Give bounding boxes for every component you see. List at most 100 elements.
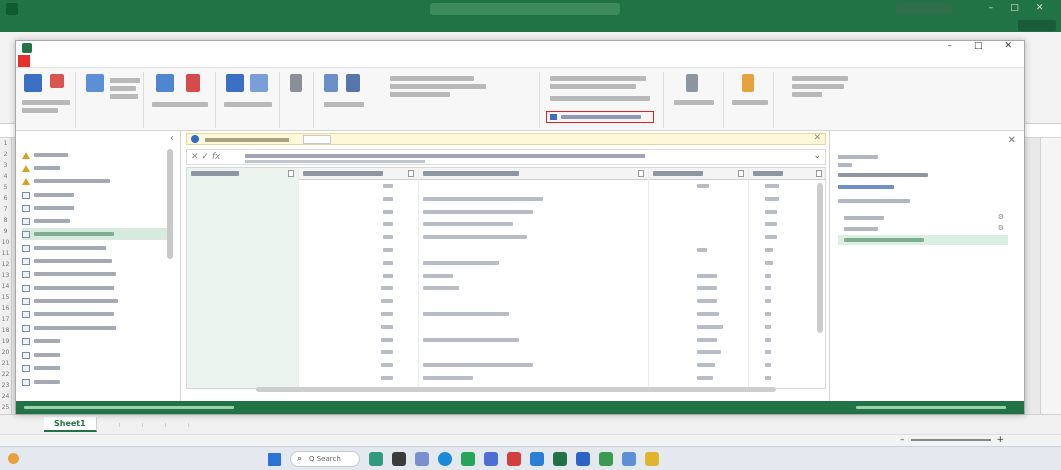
query-item[interactable] (22, 376, 172, 388)
tab-file[interactable] (18, 55, 30, 67)
all-properties-link[interactable] (838, 185, 894, 189)
query-item[interactable] (22, 268, 172, 280)
grid-cell[interactable] (765, 312, 771, 316)
close-icon[interactable]: ✕ (1036, 3, 1044, 15)
tab-view[interactable] (114, 55, 126, 67)
queries-scrollbar[interactable] (166, 145, 174, 395)
query-item[interactable] (22, 255, 172, 267)
query-item[interactable] (22, 242, 172, 254)
split-column-button[interactable] (324, 74, 338, 92)
sheet-tab[interactable] (99, 422, 120, 427)
grid-cell[interactable] (423, 235, 527, 240)
close-icon[interactable]: ✕ (1008, 135, 1016, 146)
tab-home[interactable] (42, 55, 54, 67)
chrome-icon[interactable] (461, 452, 475, 466)
gear-icon[interactable]: ⚙ (998, 213, 1004, 221)
widgets-icon[interactable] (369, 452, 383, 466)
grid-horizontal-scrollbar[interactable] (216, 387, 816, 393)
grid-cell[interactable] (381, 324, 393, 329)
system-tray[interactable] (950, 451, 1058, 467)
group-by-button[interactable] (346, 74, 360, 92)
zoom-slider[interactable]: – + (900, 435, 1050, 445)
sheet-tab[interactable] (122, 422, 143, 427)
grid-cell[interactable] (697, 350, 721, 355)
grid-cell[interactable] (423, 260, 499, 265)
excel-right-scroll-area[interactable] (1040, 138, 1061, 414)
close-icon[interactable]: ✕ (813, 133, 821, 143)
applied-step[interactable]: ⚙ (838, 213, 1008, 223)
grid-cell[interactable] (765, 350, 771, 355)
column-4[interactable] (649, 168, 749, 388)
grid-cell[interactable] (381, 350, 393, 355)
grid-cell[interactable] (383, 222, 393, 227)
grid-cell[interactable] (697, 376, 713, 380)
grid-cell[interactable] (697, 324, 723, 329)
grid-cell[interactable] (697, 273, 717, 278)
keep-rows-button[interactable] (226, 74, 244, 92)
grid-cell[interactable] (765, 260, 773, 265)
query-item[interactable] (22, 202, 172, 214)
query-item[interactable] (22, 322, 172, 334)
minimize-icon[interactable]: – (947, 41, 952, 51)
manage-parameters-button[interactable] (686, 74, 698, 92)
query-item[interactable] (22, 282, 172, 294)
grid-cell[interactable] (765, 299, 771, 304)
excel-search-box[interactable] (430, 3, 620, 15)
excel-account-button[interactable] (896, 3, 952, 15)
grid-cell[interactable] (765, 235, 777, 240)
grid-cell[interactable] (697, 248, 707, 252)
grid-cell[interactable] (381, 376, 393, 380)
grid-cell[interactable] (381, 363, 393, 368)
close-icon[interactable]: ✕ (1004, 41, 1012, 51)
grid-cell[interactable] (423, 222, 513, 227)
grid-cell[interactable] (423, 273, 453, 278)
chevron-down-icon[interactable]: ⌄ (813, 151, 821, 161)
maximize-icon[interactable]: □ (974, 41, 983, 51)
query-item-selected[interactable] (22, 228, 172, 240)
grid-cell[interactable] (697, 299, 717, 304)
query-item[interactable] (22, 335, 172, 347)
grid-cell[interactable] (765, 286, 771, 291)
app-icon[interactable] (484, 452, 498, 466)
query-item[interactable] (22, 149, 172, 161)
sheet-tab-sheet1[interactable]: Sheet1 (44, 417, 97, 432)
applied-step-selected[interactable] (838, 235, 1008, 245)
grid-cell[interactable] (765, 248, 773, 252)
query-item[interactable] (22, 189, 172, 201)
grid-cell[interactable] (697, 286, 717, 291)
grid-cell[interactable] (381, 286, 393, 291)
grid-cell[interactable] (765, 324, 771, 329)
edge-icon[interactable] (438, 452, 452, 466)
grid-cell[interactable] (423, 337, 519, 342)
grid-cell[interactable] (383, 248, 393, 252)
remove-rows-button[interactable] (250, 74, 268, 92)
app-icon[interactable] (622, 452, 636, 466)
grid-cell[interactable] (383, 273, 393, 278)
grid-cell[interactable] (381, 337, 393, 342)
sheet-tab[interactable] (168, 422, 189, 427)
maximize-icon[interactable]: □ (1010, 3, 1019, 15)
grid-cell[interactable] (765, 222, 777, 227)
collapse-pane-icon[interactable]: ‹ (170, 133, 174, 144)
tab-add-column[interactable] (90, 55, 102, 67)
app-icon[interactable] (645, 452, 659, 466)
grid-cell[interactable] (423, 312, 509, 316)
sheet-tab[interactable] (145, 422, 166, 427)
grid-vertical-scrollbar[interactable] (816, 171, 824, 383)
grid-cell[interactable] (765, 209, 777, 214)
grid-cell[interactable] (423, 209, 533, 214)
grid-cell[interactable] (381, 299, 393, 304)
query-item[interactable] (22, 362, 172, 374)
file-explorer-icon[interactable] (392, 452, 406, 466)
teams-icon[interactable] (415, 452, 429, 466)
query-item[interactable] (22, 308, 172, 320)
query-item[interactable] (22, 215, 172, 227)
grid-cell[interactable] (383, 260, 393, 265)
excel-app-icon[interactable] (553, 452, 567, 466)
grid-cell[interactable] (765, 196, 779, 201)
pq-formula-bar[interactable]: ✕ ✓ fx ⌄ (186, 149, 826, 165)
close-load-to-button[interactable] (50, 74, 64, 88)
query-name-field[interactable] (838, 173, 928, 177)
grid-cell[interactable] (765, 184, 779, 188)
query-item[interactable] (22, 349, 172, 361)
